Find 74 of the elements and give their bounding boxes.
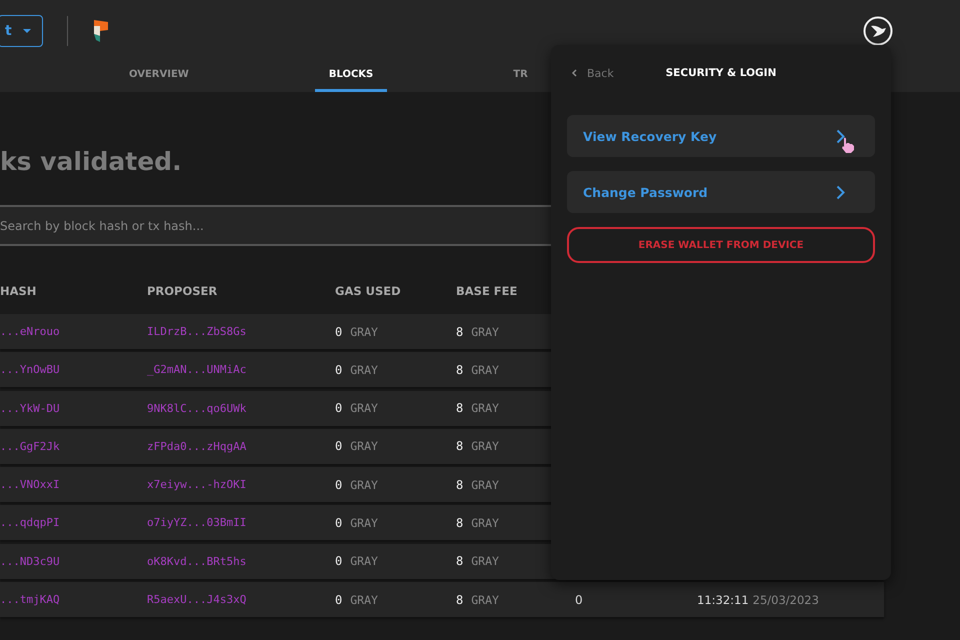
hash-link[interactable]: ...tmjKAQ [0,593,147,606]
fee-value: 8 [456,401,464,416]
search-field[interactable]: Search by block hash or tx hash... [0,205,551,246]
block-date: 25/03/2023 [752,592,819,607]
fee-unit: GRAY [471,554,499,568]
nav-tab[interactable]: TR [499,62,542,92]
proposer-link[interactable]: x7eiyw...-hzOKI [147,478,335,492]
gas-unit: GRAY [350,401,378,416]
hand-cursor-icon [841,137,855,153]
fee-value: 8 [456,478,464,492]
fee-value: 8 [456,516,464,530]
fee-unit: GRAY [471,478,499,492]
column-header: PROPOSER [147,284,218,300]
gas-value: 0 [335,401,342,416]
menu-item[interactable]: View Recovery Key [567,115,875,157]
fee-unit: GRAY [471,324,499,338]
gas-unit: GRAY [350,324,378,338]
hash-link[interactable]: ...YnOwBU [0,363,147,376]
gas-unit: GRAY [350,439,378,454]
gas-value: 0 [335,516,342,530]
hash-link[interactable]: ...ND3c9U [0,554,147,568]
fee-value: 8 [456,439,464,454]
proposer-link[interactable]: R5aexU...J4s3xQ [147,593,335,606]
hash-link[interactable]: ...GgF2Jk [0,440,147,453]
gas-value: 0 [335,478,342,492]
table-row[interactable]: ...tmjKAQ R5aexU...J4s3xQ 0 GRAY 8 GRAY 0 11:32:11 25/03/2023 [0,582,884,618]
fee-unit: GRAY [471,439,499,454]
page-heading: ks validated. [0,147,183,177]
gas-unit: GRAY [350,516,378,530]
proposer-link[interactable]: oK8Kvd...BRt5hs [147,554,335,568]
proposer-link[interactable]: ILDrzB...ZbS8Gs [147,325,335,338]
gas-unit: GRAY [350,478,378,492]
gas-value: 0 [335,592,342,607]
fee-unit: GRAY [471,401,499,416]
network-button[interactable]: t [0,15,43,47]
fee-unit: GRAY [471,592,499,607]
profile-avatar-icon[interactable] [863,16,893,46]
back-button[interactable]: Back [571,66,614,80]
chevron-left-icon [571,69,577,77]
chevron-right-icon [836,184,845,200]
hash-link[interactable]: ...YkW-DU [0,402,147,415]
hash-link[interactable]: ...qdqpPI [0,516,147,530]
block-time: 11:32:11 [697,592,749,607]
nav-tab[interactable]: OVERVIEW [115,62,203,92]
panel-title: SECURITY & LOGIN [666,67,776,79]
column-header: GAS USED [335,284,402,300]
gas-value: 0 [335,554,342,568]
proposer-link[interactable]: _G2mAN...UNMiAc [147,363,335,376]
nav-tab[interactable]: BLOCKS [314,62,388,92]
column-header: HASH [0,284,38,300]
proposer-link[interactable]: zFPda0...zHqgAA [147,440,335,453]
fee-value: 8 [456,362,464,377]
gas-value: 0 [335,362,342,377]
menu-item[interactable]: Change Password [567,171,875,213]
caret-icon [22,28,32,34]
hash-link[interactable]: ...VNOxxI [0,478,147,492]
fee-value: 8 [456,592,464,607]
fee-value: 8 [456,324,464,338]
fee-unit: GRAY [471,362,499,377]
fee-unit: GRAY [471,516,499,530]
erase-wallet-button[interactable]: ERASE WALLET FROM DEVICE [567,227,875,263]
gas-unit: GRAY [350,362,378,377]
gas-value: 0 [335,439,342,454]
gas-value: 0 [335,324,342,338]
column-header: BASE FEE [456,284,518,300]
proposer-link[interactable]: 9NK8lC...qo6UWk [147,402,335,415]
fee-value: 8 [456,554,464,568]
gas-unit: GRAY [350,592,378,607]
hash-link[interactable]: ...eNrouo [0,325,147,338]
gas-unit: GRAY [350,554,378,568]
chevron-right-icon [836,128,845,144]
tx-count: 0 [575,592,583,607]
proposer-link[interactable]: o7iyYZ...03BmII [147,516,335,530]
logo-icon [92,18,110,44]
